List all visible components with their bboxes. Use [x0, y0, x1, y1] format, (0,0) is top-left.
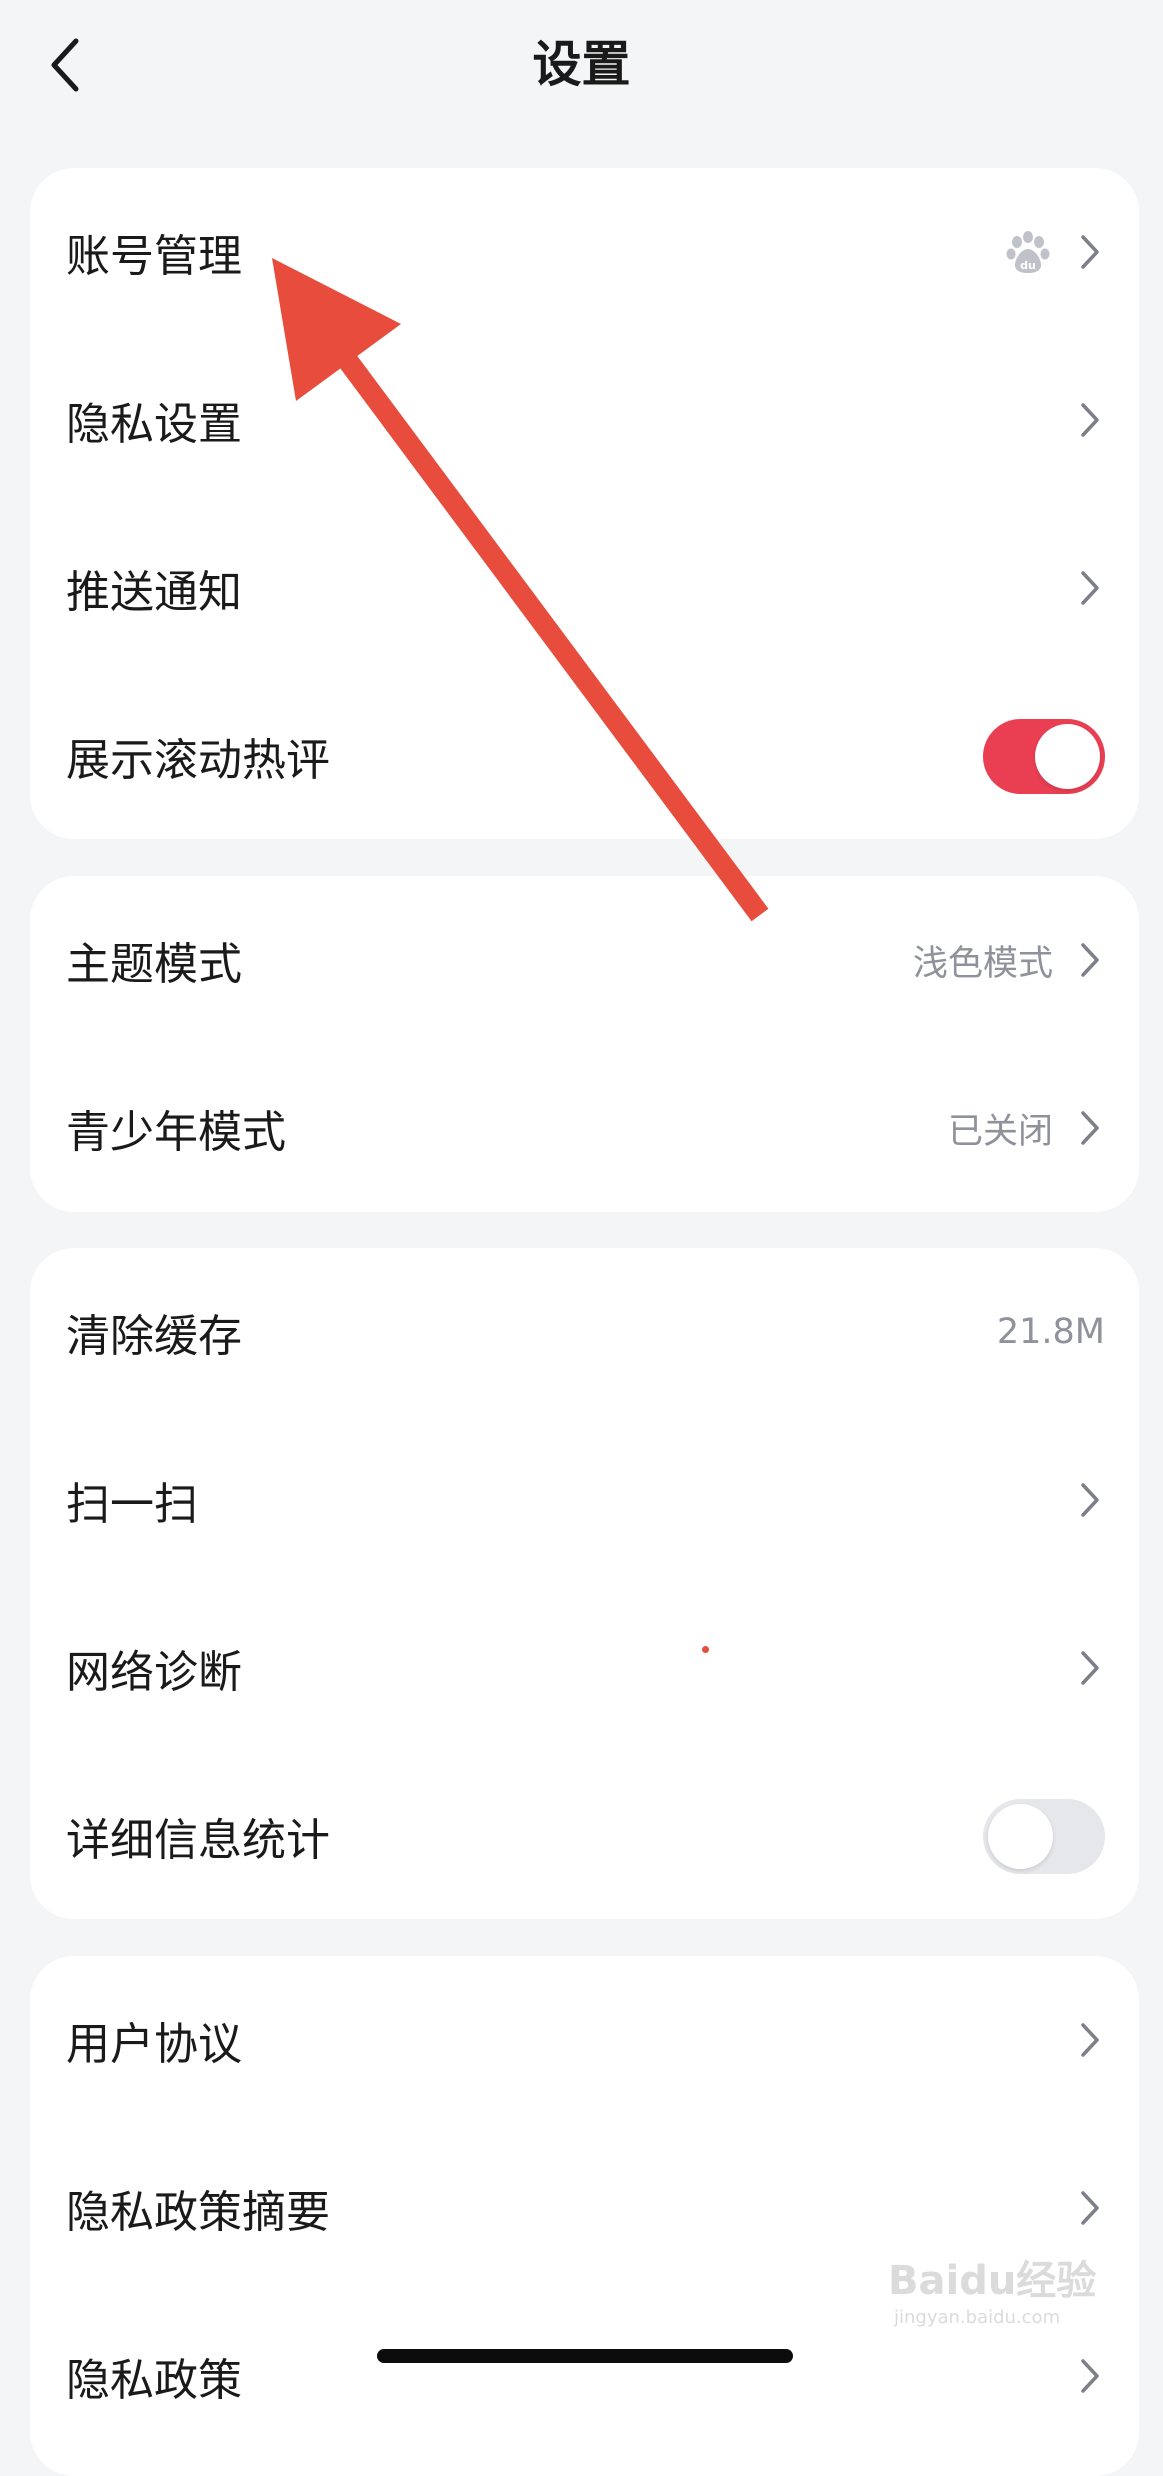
- settings-row-clear-cache[interactable]: 清除缓存 21.8M: [30, 1248, 1139, 1416]
- chevron-right-icon: [1075, 566, 1105, 610]
- settings-row-right: [1075, 1646, 1105, 1690]
- settings-row-user-agreement[interactable]: 用户协议: [30, 1956, 1139, 2124]
- settings-row-right: du: [1003, 227, 1105, 277]
- settings-row-label: 青少年模式: [66, 1107, 286, 1158]
- chevron-right-icon: [1075, 938, 1105, 982]
- settings-row-label: 账号管理: [66, 231, 242, 282]
- theme-mode-value: 浅色模式: [912, 943, 1053, 984]
- page-title: 设置: [532, 36, 631, 93]
- settings-row-right: [1075, 1478, 1105, 1522]
- baidu-paw-icon: du: [1006, 231, 1050, 273]
- settings-row-label: 推送通知: [66, 567, 242, 618]
- settings-row-account-management[interactable]: 账号管理 du: [30, 168, 1139, 336]
- settings-row-label: 清除缓存: [66, 1311, 242, 1362]
- watermark-brand: Baidu经验: [888, 2258, 1097, 2304]
- settings-row-label: 主题模式: [66, 939, 242, 990]
- teen-mode-value: 已关闭: [947, 1111, 1053, 1152]
- svg-text:du: du: [1020, 259, 1036, 272]
- settings-row-network-diagnosis[interactable]: 网络诊断: [30, 1584, 1139, 1752]
- settings-row-right: [983, 1798, 1105, 1874]
- settings-card-legal: 用户协议 隐私政策摘要 隐私政策: [30, 1956, 1139, 2476]
- settings-card-tools: 清除缓存 21.8M 扫一扫 网络诊断 详细信息统计: [30, 1248, 1139, 1919]
- chevron-right-icon: [1075, 2354, 1105, 2398]
- settings-card-account: 账号管理 du 隐私设置 推送通知 展示滚动热评: [30, 168, 1139, 839]
- settings-row-label: 隐私设置: [66, 399, 242, 450]
- settings-row-right: [1075, 2186, 1105, 2230]
- settings-row-right: 21.8M: [997, 1312, 1105, 1352]
- nav-header: 设置: [0, 0, 1163, 135]
- settings-row-detailed-stats: 详细信息统计: [30, 1752, 1139, 1919]
- settings-row-right: [1075, 2354, 1105, 2398]
- settings-row-right: [983, 718, 1105, 794]
- settings-row-theme-mode[interactable]: 主题模式 浅色模式: [30, 876, 1139, 1044]
- settings-row-label: 展示滚动热评: [66, 735, 330, 786]
- settings-row-teen-mode[interactable]: 青少年模式 已关闭: [30, 1044, 1139, 1212]
- toggle-knob: [1035, 723, 1100, 789]
- settings-row-scan[interactable]: 扫一扫: [30, 1416, 1139, 1584]
- settings-row-right: [1075, 398, 1105, 442]
- settings-row-label: 扫一扫: [66, 1479, 198, 1530]
- chevron-right-icon: [1075, 398, 1105, 442]
- settings-row-right: [1075, 2018, 1105, 2062]
- red-dot-marker: [702, 1646, 709, 1653]
- detailed-stats-toggle[interactable]: [983, 1798, 1105, 1874]
- home-indicator: [377, 2349, 793, 2363]
- chevron-right-icon: [1075, 2186, 1105, 2230]
- chevron-right-icon: [1075, 1646, 1105, 1690]
- settings-row-label: 用户协议: [66, 2019, 242, 2070]
- settings-row-push-notifications[interactable]: 推送通知: [30, 504, 1139, 672]
- settings-row-right: [1075, 566, 1105, 610]
- settings-row-privacy-settings[interactable]: 隐私设置: [30, 336, 1139, 504]
- scrolling-comments-toggle[interactable]: [983, 718, 1105, 794]
- settings-row-right: 已关闭: [948, 1103, 1105, 1154]
- settings-row-scrolling-comments: 展示滚动热评: [30, 672, 1139, 839]
- toggle-knob: [988, 1803, 1053, 1869]
- settings-row-right: 浅色模式: [913, 935, 1105, 986]
- chevron-right-icon: [1075, 1106, 1105, 1150]
- cache-size-value: 21.8M: [996, 1312, 1105, 1352]
- settings-row-label: 详细信息统计: [66, 1815, 330, 1866]
- settings-card-display: 主题模式 浅色模式 青少年模式 已关闭: [30, 876, 1139, 1212]
- settings-row-label: 隐私政策摘要: [66, 2187, 330, 2238]
- settings-row-label: 网络诊断: [66, 1647, 242, 1698]
- chevron-right-icon: [1075, 2018, 1105, 2062]
- chevron-right-icon: [1075, 230, 1105, 274]
- baidu-watermark: Baidu经验 jingyan.baidu.com: [888, 2256, 1108, 2356]
- chevron-right-icon: [1075, 1478, 1105, 1522]
- watermark-url: jingyan.baidu.com: [894, 2307, 1061, 2328]
